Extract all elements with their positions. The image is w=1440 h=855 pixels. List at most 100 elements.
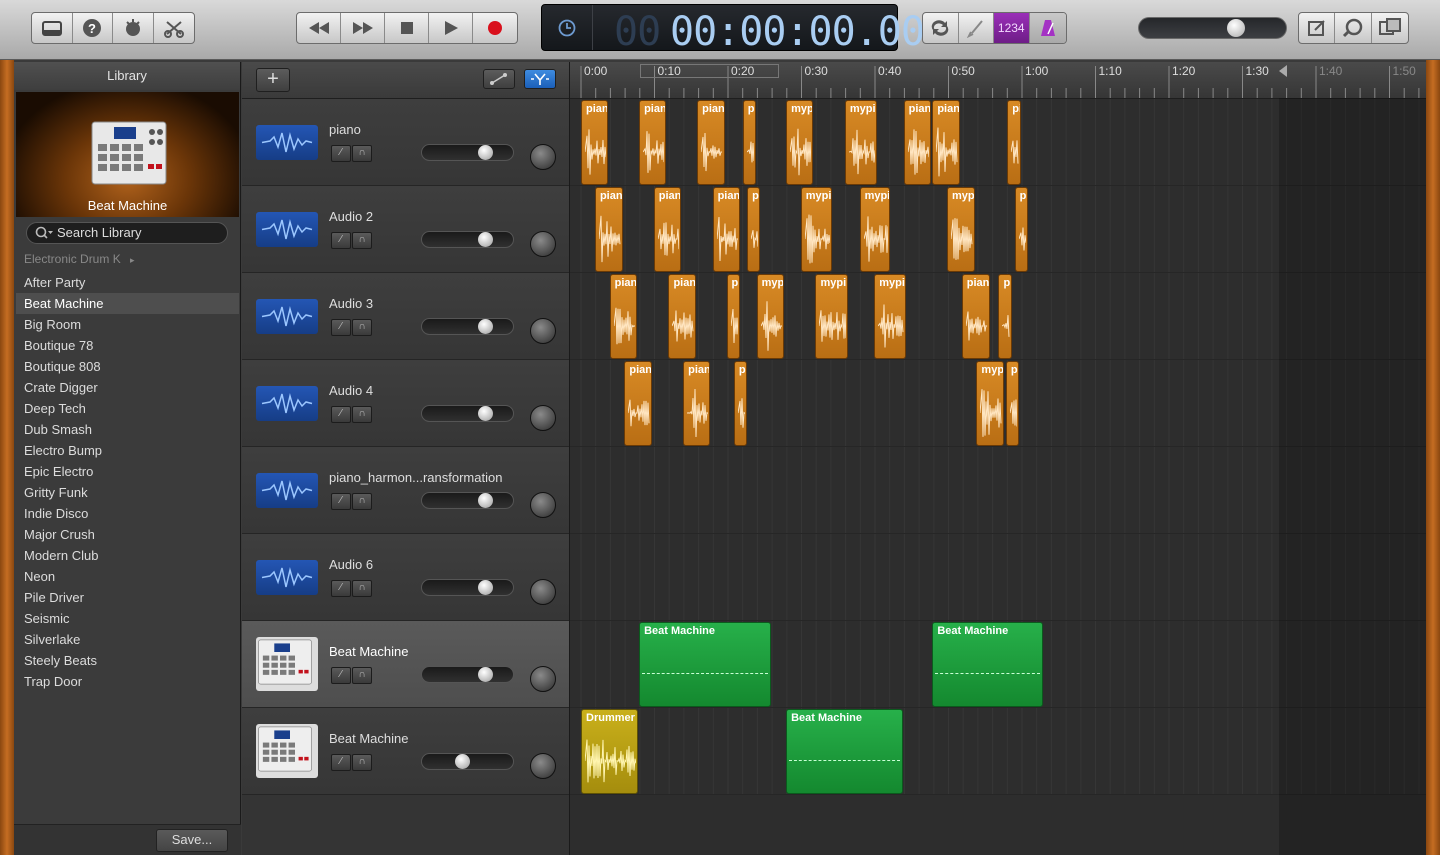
media-browser-button[interactable]: [1372, 13, 1408, 43]
library-item[interactable]: Neon: [16, 566, 239, 587]
smart-controls-button[interactable]: [113, 13, 154, 43]
cycle-area[interactable]: [639, 64, 780, 78]
library-breadcrumb[interactable]: Electronic Drum K ▸: [24, 252, 135, 266]
track-name[interactable]: Audio 6: [329, 557, 373, 572]
audio-region[interactable]: mypi: [815, 274, 848, 359]
track-pan-knob[interactable]: [530, 579, 556, 605]
track-name[interactable]: piano_harmon...ransformation: [329, 470, 502, 485]
track-volume-knob[interactable]: [455, 754, 470, 769]
track-header[interactable]: Beat Machine ⁄ ∩: [242, 708, 569, 795]
track-pan-knob[interactable]: [530, 666, 556, 692]
audio-region[interactable]: pian: [581, 100, 609, 185]
mute-button[interactable]: ⁄: [331, 319, 351, 336]
track-pan-knob[interactable]: [530, 318, 556, 344]
track-volume-slider[interactable]: [421, 579, 514, 596]
library-item[interactable]: Boutique 808: [16, 356, 239, 377]
audio-region[interactable]: pi: [1007, 100, 1022, 185]
library-item[interactable]: Seismic: [16, 608, 239, 629]
play-button[interactable]: [429, 13, 473, 43]
audio-region[interactable]: pian: [961, 274, 990, 359]
track-volume-knob[interactable]: [478, 319, 493, 334]
library-item[interactable]: Modern Club: [16, 545, 239, 566]
track-pan-knob[interactable]: [530, 231, 556, 257]
track-volume-knob[interactable]: [478, 232, 493, 247]
help-button[interactable]: ?: [73, 13, 113, 43]
track-name[interactable]: Audio 2: [329, 209, 373, 224]
lcd-display[interactable]: 00 00:00:00.00: [541, 4, 925, 55]
audio-region[interactable]: myp: [786, 100, 814, 185]
track-volume-knob[interactable]: [478, 580, 493, 595]
metronome-button[interactable]: [1029, 13, 1066, 43]
beat-region[interactable]: Beat Machine: [639, 622, 772, 707]
track-volume-slider[interactable]: [421, 492, 514, 509]
track-header[interactable]: piano ⁄ ∩: [242, 99, 569, 186]
track-name[interactable]: Beat Machine: [329, 731, 409, 746]
count-in-button[interactable]: 1234: [994, 13, 1030, 43]
audio-region[interactable]: myp: [756, 274, 784, 359]
editors-button[interactable]: [154, 13, 194, 43]
track-volume-knob[interactable]: [478, 145, 493, 160]
flex-button[interactable]: [524, 69, 556, 89]
mute-button[interactable]: ⁄: [331, 232, 351, 249]
mute-button[interactable]: ⁄: [331, 493, 351, 510]
library-item[interactable]: Electro Bump: [16, 440, 239, 461]
library-item[interactable]: Steely Beats: [16, 650, 239, 671]
audio-region[interactable]: pian: [697, 100, 726, 185]
track-volume-slider[interactable]: [421, 144, 514, 161]
audio-region[interactable]: myp: [947, 187, 975, 272]
audio-region[interactable]: pian: [594, 187, 623, 272]
cycle-button[interactable]: [923, 13, 959, 43]
beat-region[interactable]: Beat Machine: [786, 709, 903, 794]
audio-region[interactable]: pian: [668, 274, 696, 359]
audio-region[interactable]: p: [733, 361, 748, 446]
track-volume-slider[interactable]: [421, 753, 514, 770]
audio-region[interactable]: p: [998, 274, 1012, 359]
master-volume-knob[interactable]: [1227, 19, 1245, 37]
fast-forward-button[interactable]: [341, 13, 385, 43]
library-item[interactable]: Crate Digger: [16, 377, 239, 398]
solo-button[interactable]: ∩: [352, 580, 372, 597]
tracks-area[interactable]: 0:00 0:10 0:20 0:30 0:40 0:50 1:00 1:10 1:20 1:30…: [569, 62, 1426, 855]
ruler[interactable]: 0:00 0:10 0:20 0:30 0:40 0:50 1:00 1:10 1:20 1:30…: [570, 62, 1426, 99]
audio-region[interactable]: pian: [639, 100, 667, 185]
library-item[interactable]: Gritty Funk: [16, 482, 239, 503]
audio-region[interactable]: pian: [683, 361, 711, 446]
audio-region[interactable]: p: [1014, 187, 1028, 272]
stop-button[interactable]: [385, 13, 429, 43]
library-item[interactable]: Dub Smash: [16, 419, 239, 440]
track-volume-slider[interactable]: [421, 318, 514, 335]
record-button[interactable]: [473, 13, 517, 43]
track-volume-knob[interactable]: [478, 493, 493, 508]
loop-browser-button[interactable]: [1335, 13, 1372, 43]
track-header[interactable]: Audio 6 ⁄ ∩: [242, 534, 569, 621]
track-volume-slider[interactable]: [421, 231, 514, 248]
track-volume-slider[interactable]: [421, 405, 514, 422]
solo-button[interactable]: ∩: [352, 667, 372, 684]
master-volume-slider[interactable]: [1138, 17, 1287, 39]
track-name[interactable]: Audio 3: [329, 296, 373, 311]
mute-button[interactable]: ⁄: [331, 406, 351, 423]
solo-button[interactable]: ∩: [352, 232, 372, 249]
library-item[interactable]: After Party: [16, 272, 239, 293]
mute-button[interactable]: ⁄: [331, 145, 351, 162]
library-item[interactable]: Silverlake: [16, 629, 239, 650]
library-item[interactable]: Trap Door: [16, 671, 239, 692]
library-item[interactable]: Indie Disco: [16, 503, 239, 524]
track-pan-knob[interactable]: [530, 405, 556, 431]
audio-region[interactable]: pian: [712, 187, 740, 272]
beat-region[interactable]: Beat Machine: [932, 622, 1043, 707]
library-item[interactable]: Pile Driver: [16, 587, 239, 608]
add-track-button[interactable]: +: [256, 68, 290, 92]
solo-button[interactable]: ∩: [352, 319, 372, 336]
track-volume-knob[interactable]: [478, 406, 493, 421]
audio-region[interactable]: pian: [903, 100, 931, 185]
library-search-field[interactable]: Search Library: [26, 222, 228, 244]
save-button[interactable]: Save...: [156, 829, 228, 852]
audio-region[interactable]: pian: [932, 100, 961, 185]
audio-region[interactable]: myp: [976, 361, 1005, 446]
track-volume-knob[interactable]: [478, 667, 493, 682]
track-header[interactable]: piano_harmon...ransformation ⁄ ∩: [242, 447, 569, 534]
audio-region[interactable]: mypi: [874, 274, 906, 359]
track-header[interactable]: Audio 4 ⁄ ∩: [242, 360, 569, 447]
library-item[interactable]: Beat Machine: [16, 293, 239, 314]
